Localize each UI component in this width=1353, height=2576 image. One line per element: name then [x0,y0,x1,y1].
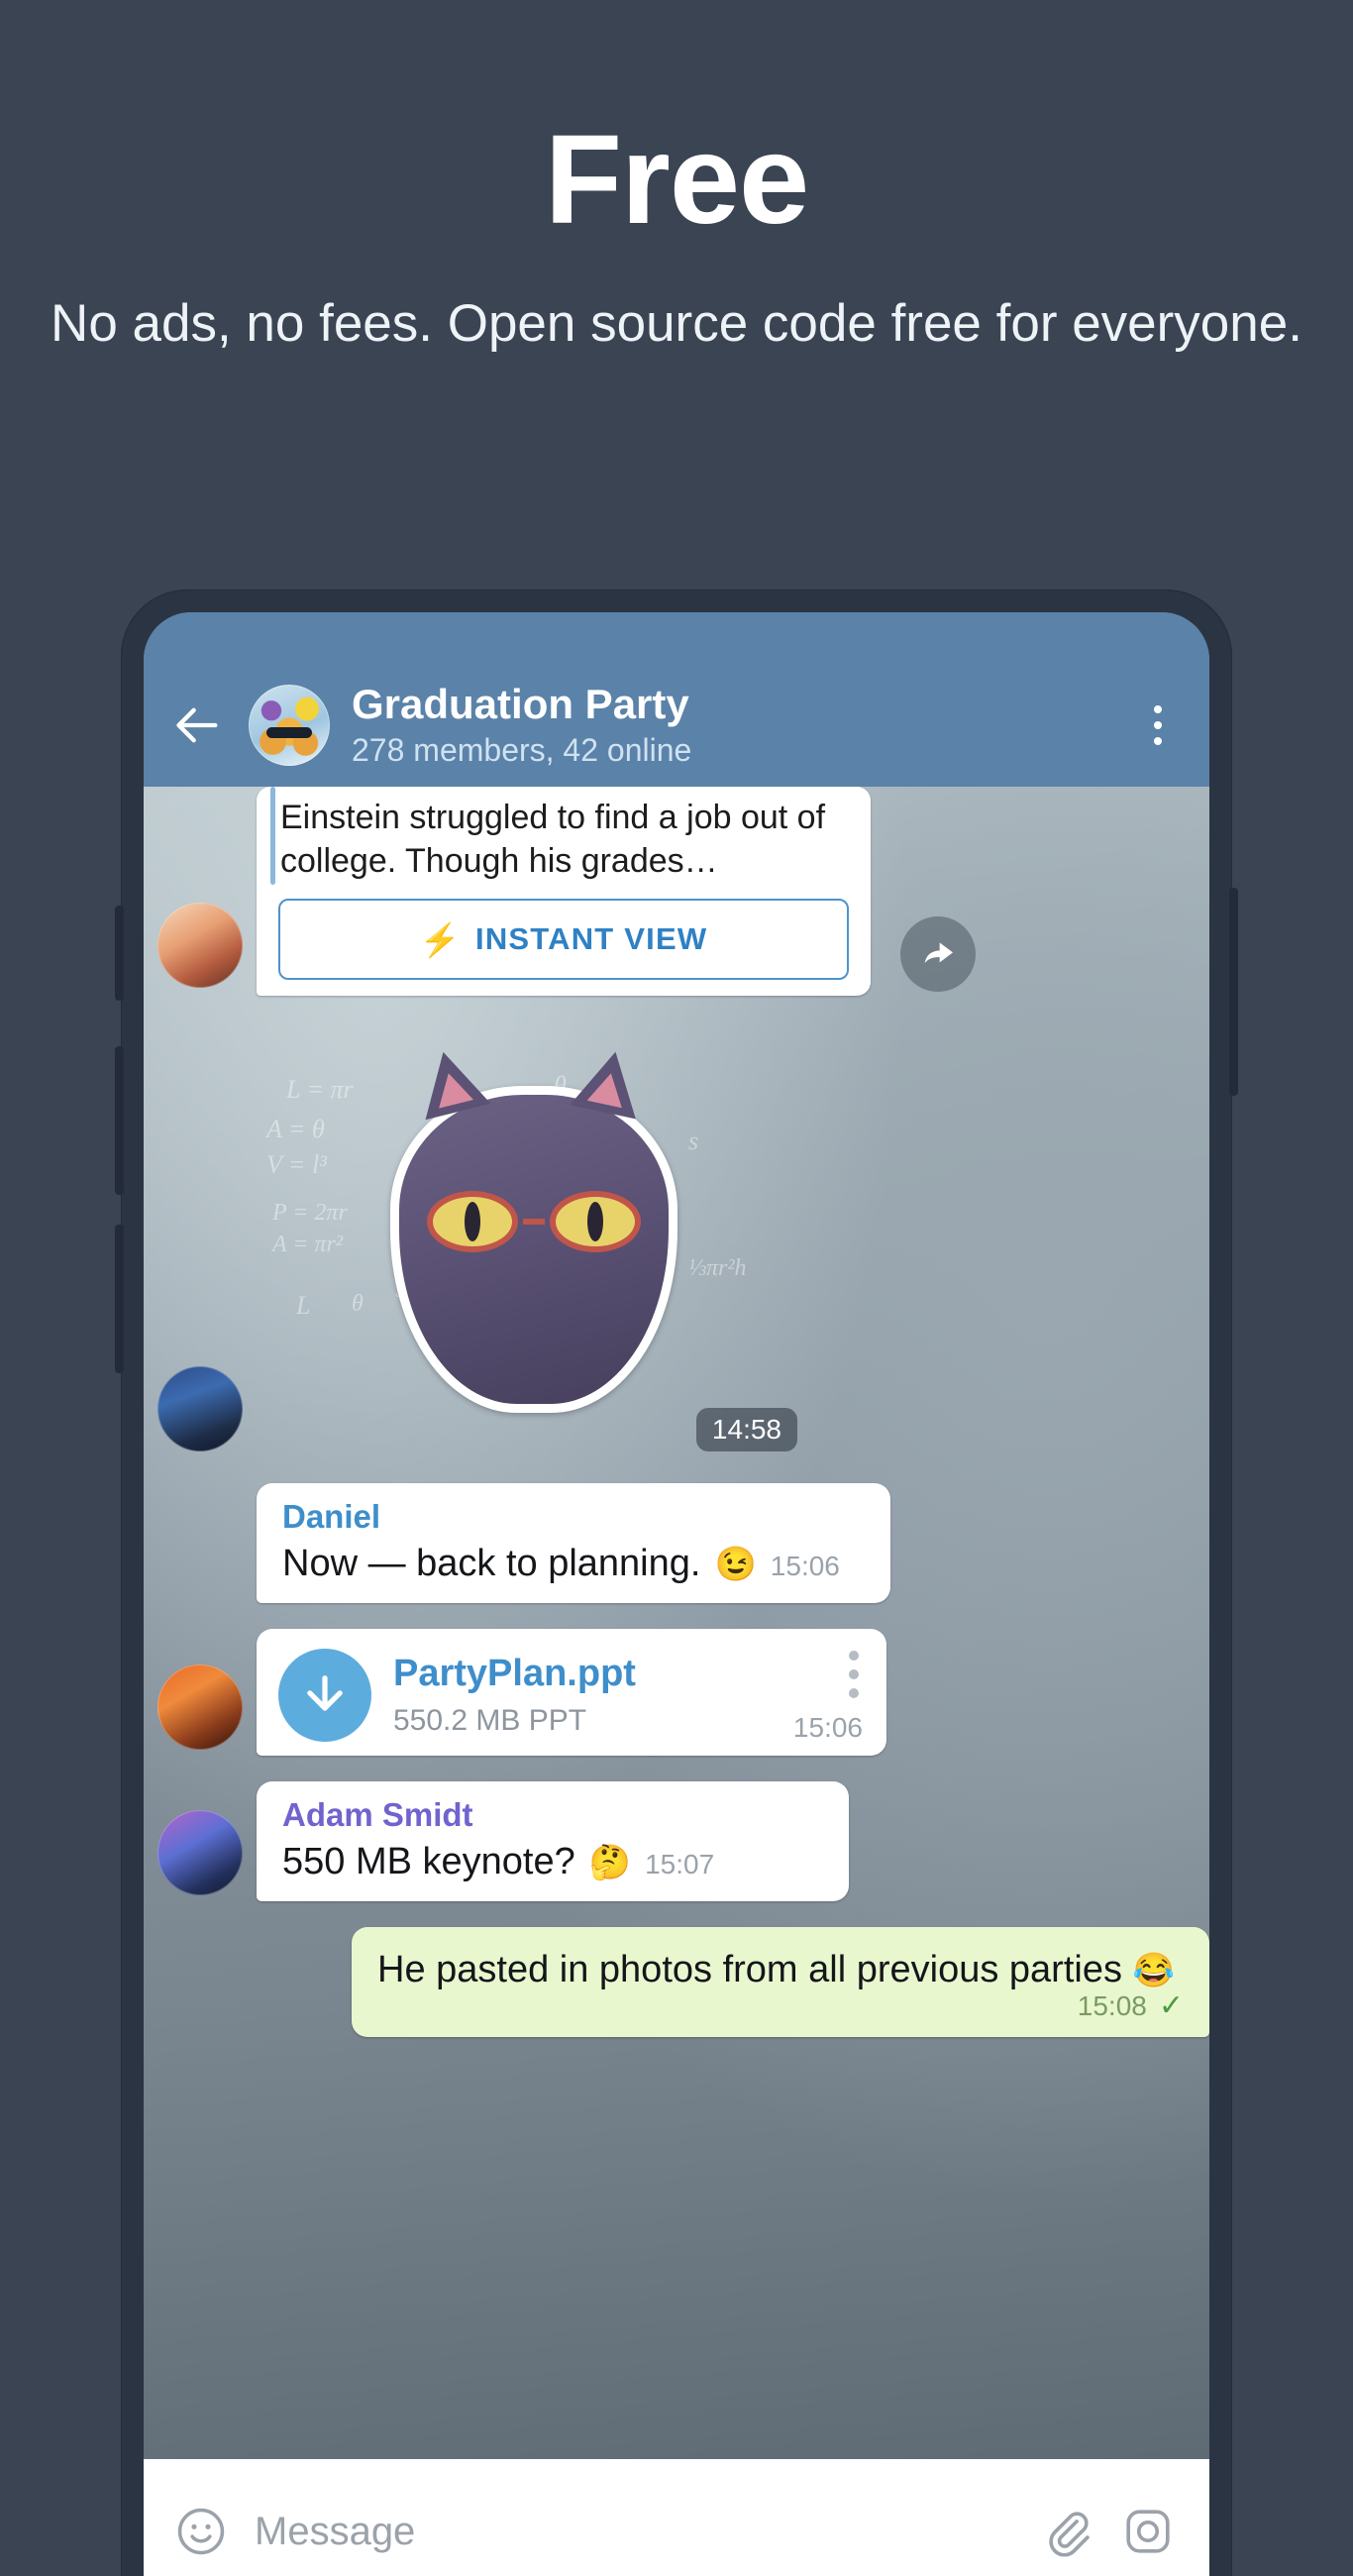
outgoing-text: He pasted in photos from all previous pa… [377,1945,1184,1994]
promo-page: Free No ads, no fees. Open source code f… [0,0,1353,2576]
group-avatar[interactable] [249,685,330,766]
phone-button-mute [115,906,124,1001]
download-button[interactable] [278,1649,371,1743]
link-preview-text: Einstein struggled to find a job out of … [280,799,826,880]
sticker-message[interactable]: L = πr A = θ V = l³ P = 2πr A = πr² L θ … [257,1041,811,1457]
sent-check-icon: ✓ [1158,1989,1184,2023]
file-name[interactable]: PartyPlan.ppt [393,1653,636,1696]
message-time: 15:07 [645,1848,715,1879]
promo-subtitle: No ads, no fees. Open source code free f… [51,294,1302,353]
instant-view-button[interactable]: ⚡ INSTANT VIEW [278,899,849,981]
chat-subtitle: 278 members, 42 online [352,732,692,769]
chat-title: Graduation Party [352,681,689,728]
cat-ear-left-icon [410,1043,491,1121]
message-sender[interactable]: Daniel [282,1497,869,1537]
message-input-bar: Message [144,2459,1209,2576]
message-row-link-preview: Einstein struggled to find a job out of … [144,787,1209,997]
file-time: 15:06 [792,1712,863,1744]
message-emoji: 🤔 [588,1843,632,1881]
bolt-icon: ⚡ [419,920,463,958]
file-main: PartyPlan.ppt 550.2 MB PPT [278,1649,865,1743]
message-row-outgoing: He pasted in photos from all previous pa… [144,1927,1209,2038]
cat-sticker-body [390,1043,677,1414]
paperclip-icon[interactable] [1039,2504,1094,2559]
phone-button-power [1229,888,1238,1096]
message-row-file: PartyPlan.ppt 550.2 MB PPT 15:06 [144,1629,1209,1757]
promo-header: Free No ads, no fees. Open source code f… [0,0,1353,356]
file-menu-icon[interactable] [849,1651,859,1699]
status-bar [144,612,1209,664]
file-size: 550.2 MB PPT [393,1703,587,1737]
phone-screen: Graduation Party 278 members, 42 online … [144,612,1209,2576]
cat-ear-right-icon [570,1044,649,1120]
chat-header-text[interactable]: Graduation Party 278 members, 42 online [352,681,1134,769]
message-row-daniel: Daniel Now — back to planning. 😉 15:06 [144,1483,1209,1604]
text-bubble[interactable]: Daniel Now — back to planning. 😉 15:06 [257,1483,890,1604]
message-input[interactable]: Message [255,2510,1013,2554]
message-emoji: 😉 [714,1545,757,1583]
back-button[interactable] [169,697,227,754]
message-list: Einstein struggled to find a job out of … [144,787,1209,2459]
file-meta: PartyPlan.ppt 550.2 MB PPT [393,1653,636,1738]
message-sender[interactable]: Adam Smidt [282,1795,827,1835]
instant-view-label: INSTANT VIEW [475,921,708,957]
outgoing-bubble[interactable]: He pasted in photos from all previous pa… [352,1927,1209,2038]
promo-title: Free [544,109,809,251]
link-preview-bubble[interactable]: Einstein struggled to find a job out of … [257,787,871,997]
math-cat-sticker [257,1041,811,1457]
text-bubble[interactable]: Adam Smidt 550 MB keynote? 🤔 15:07 [257,1781,849,1902]
phone-button-volume-down [115,1225,124,1373]
avatar[interactable] [157,903,243,989]
avatar[interactable] [157,1366,243,1452]
avatar[interactable] [157,1664,243,1751]
sticker-timestamp: 14:58 [695,1408,797,1452]
outgoing-emoji: 😂 [1132,1952,1175,1990]
message-text: Now — back to planning. [282,1542,701,1584]
file-bubble[interactable]: PartyPlan.ppt 550.2 MB PPT 15:06 [257,1629,886,1757]
avatar[interactable] [157,1810,243,1896]
message-line: Now — back to planning. 😉 15:06 [282,1541,869,1588]
chat-header: Graduation Party 278 members, 42 online [144,664,1209,787]
outgoing-time: 15:08 [1077,1989,1147,2021]
phone-mockup: Graduation Party 278 members, 42 online … [115,590,1238,2576]
smiley-icon[interactable] [173,2504,229,2559]
link-preview-quote: Einstein struggled to find a job out of … [257,787,871,895]
message-row-adam: Adam Smidt 550 MB keynote? 🤔 15:07 [144,1781,1209,1902]
message-line: 550 MB keynote? 🤔 15:07 [282,1839,827,1886]
cat-glasses-icon [427,1190,641,1253]
phone-button-volume-up [115,1046,124,1195]
message-time: 15:06 [770,1550,840,1581]
camera-icon[interactable] [1120,2504,1176,2559]
message-row-sticker: L = πr A = θ V = l³ P = 2πr A = πr² L θ … [144,1041,1209,1457]
outgoing-message-text: He pasted in photos from all previous pa… [377,1949,1122,1991]
overflow-menu-icon[interactable] [1134,705,1182,745]
forward-button[interactable] [900,916,976,993]
message-text: 550 MB keynote? [282,1840,575,1882]
